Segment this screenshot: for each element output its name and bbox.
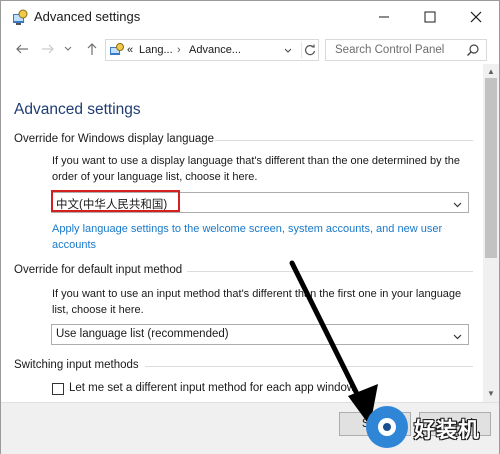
display-language-description: If you want to use a display language th… — [52, 155, 460, 183]
minimize-icon — [379, 16, 389, 17]
window-title: Advanced settings — [34, 9, 141, 24]
search-icon[interactable] — [466, 43, 480, 62]
breadcrumb-advanced[interactable]: Advance... — [189, 44, 241, 56]
recent-locations-button[interactable] — [59, 40, 77, 58]
control-panel-icon — [11, 9, 28, 26]
default-input-method-dropdown[interactable]: Use language list (recommended) — [51, 324, 469, 345]
chevron-down-icon — [64, 46, 72, 51]
address-dropdown-button[interactable] — [284, 45, 292, 57]
minimize-button[interactable] — [361, 1, 407, 32]
page-title: Advanced settings — [14, 101, 141, 118]
breadcrumb-overflow[interactable]: « — [127, 44, 133, 56]
search-control-panel-input[interactable]: Search Control Panel — [325, 39, 487, 61]
input-method-description: If you want to use an input method that'… — [52, 288, 462, 316]
red-highlight-box — [51, 190, 180, 212]
divider — [187, 271, 473, 272]
scroll-up-icon[interactable]: ▲ — [487, 67, 495, 76]
control-panel-icon — [109, 42, 124, 58]
watermark-text: 好装机 — [414, 419, 480, 442]
breadcrumb-language[interactable]: Lang... — [139, 44, 173, 56]
address-bar[interactable]: « Lang... › Advance... — [105, 39, 319, 61]
title-bar: Advanced settings — [1, 1, 499, 32]
input-method-value: Use language list (recommended) — [56, 328, 229, 340]
scroll-down-icon[interactable]: ▼ — [487, 389, 495, 398]
display-language-heading: Override for Windows display language — [14, 133, 215, 145]
close-icon — [470, 11, 482, 22]
maximize-icon — [424, 11, 436, 22]
input-method-heading: Override for default input method — [14, 264, 183, 276]
per-app-input-method-label[interactable]: Let me set a different input method for … — [69, 382, 355, 394]
refresh-button[interactable] — [301, 42, 318, 58]
close-button[interactable] — [453, 1, 499, 32]
up-button[interactable] — [83, 40, 101, 58]
refresh-icon — [305, 44, 316, 56]
divider — [145, 366, 473, 367]
switching-input-methods-heading: Switching input methods — [14, 359, 139, 371]
chevron-down-icon — [284, 48, 292, 53]
advanced-settings-window: Advanced settings « Lang... › Advance...… — [0, 0, 500, 454]
vertical-scrollbar[interactable]: ▲ ▼ — [483, 64, 499, 402]
forward-button[interactable] — [39, 40, 57, 58]
up-arrow-icon — [87, 43, 97, 55]
scrollbar-thumb[interactable] — [485, 78, 497, 258]
chevron-down-icon — [453, 331, 462, 343]
breadcrumb-separator-icon: › — [177, 44, 181, 56]
search-placeholder: Search Control Panel — [335, 44, 445, 56]
per-app-input-method-checkbox[interactable] — [52, 383, 64, 395]
navigation-bar: « Lang... › Advance... Search Control Pa… — [1, 34, 499, 64]
back-arrow-icon — [16, 44, 28, 54]
settings-content: Advanced settings Override for Windows d… — [1, 64, 483, 402]
forward-arrow-icon — [42, 44, 54, 54]
back-button[interactable] — [13, 40, 31, 58]
divider — [215, 140, 473, 141]
chevron-down-icon — [453, 199, 462, 211]
watermark-logo-icon — [366, 406, 408, 448]
watermark: 好装机 — [360, 402, 500, 452]
apply-language-settings-link[interactable]: Apply language settings to the welcome s… — [52, 221, 472, 253]
maximize-button[interactable] — [407, 1, 453, 32]
